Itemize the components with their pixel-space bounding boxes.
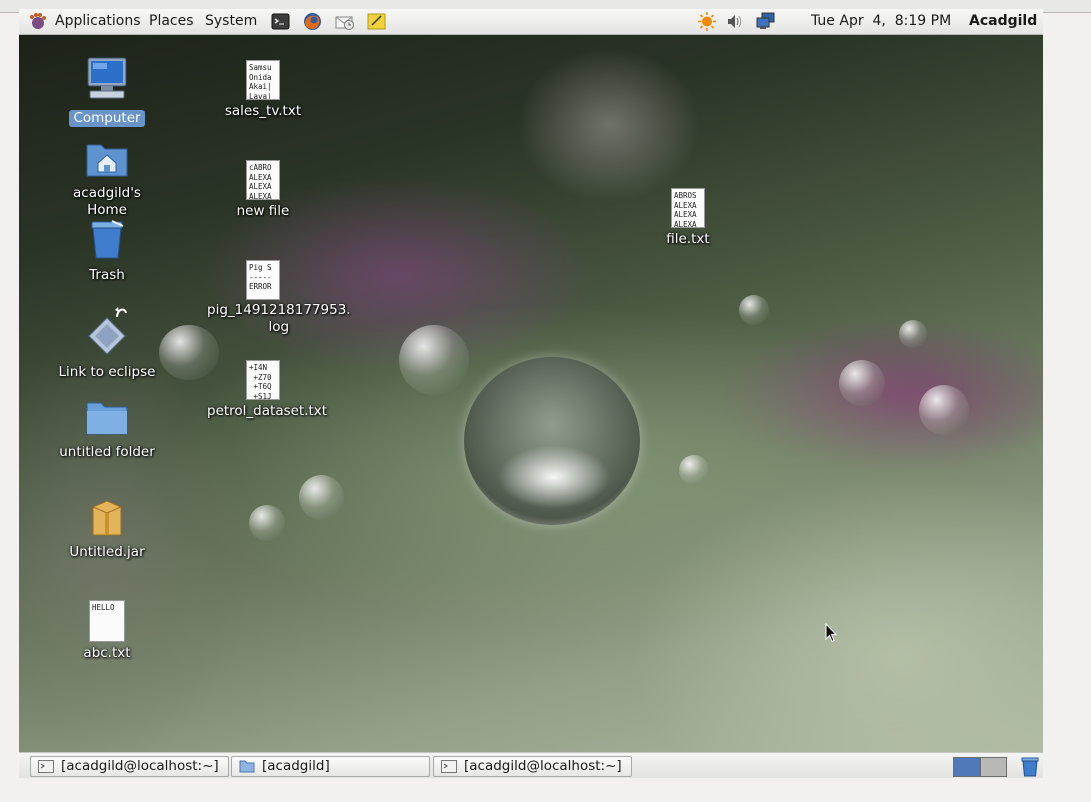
trash-desktop-icon[interactable]: Trash — [47, 218, 167, 284]
text-file-icon: Samsu Onida Akai| Lava| — [246, 60, 280, 100]
untitled-jar-desktop-icon[interactable]: Untitled.jar — [47, 499, 167, 561]
desktop-icon-label: Link to eclipse — [58, 364, 156, 380]
computer-icon — [47, 55, 167, 107]
gnome-foot-icon[interactable] — [27, 12, 46, 31]
desktop-icon-label: sales_tv.txt — [224, 103, 302, 119]
water-droplet — [739, 295, 769, 325]
desktop-icon-label: new file — [236, 203, 290, 219]
applications-menu[interactable]: Applications — [55, 13, 141, 30]
screen-bottom-edge — [0, 778, 1091, 802]
desktop-icon-label: Untitled.jar — [69, 544, 145, 560]
taskbar-window-terminal-1[interactable]: [acadgild@localhost:~] — [30, 756, 229, 777]
workspace-switcher-2[interactable] — [980, 757, 1007, 777]
taskbar-window-label: [acadgild] — [262, 758, 330, 774]
pig-log-desktop-icon[interactable]: Pig S ----- ERROR pig_1491218177953. log — [203, 260, 351, 336]
water-droplet — [249, 505, 285, 541]
taskbar-window-terminal-2[interactable]: [acadgild@localhost:~] — [433, 756, 632, 777]
text-file-icon: +I4N +Z70 +T6Q +S1J — [246, 360, 280, 400]
untitled-folder-desktop-icon[interactable]: untitled folder — [47, 399, 167, 461]
eclipse-link-desktop-icon[interactable]: Link to eclipse — [47, 303, 167, 381]
new-file-desktop-icon[interactable]: cABRO ALEXA ALEXA ALEXA new file — [203, 160, 323, 220]
taskbar-window-label: [acadgild@localhost:~] — [61, 758, 219, 774]
notes-icon[interactable] — [367, 12, 386, 31]
petrol-dataset-desktop-icon[interactable]: +I4N +Z70 +T6Q +S1J petrol_dataset.txt — [203, 360, 327, 420]
folder-icon — [47, 399, 167, 441]
network-icon[interactable] — [755, 12, 775, 31]
trash-icon — [47, 218, 167, 264]
places-menu[interactable]: Places — [149, 13, 194, 30]
water-droplet — [399, 325, 469, 395]
terminal-icon — [441, 760, 457, 773]
mouse-pointer-icon — [825, 623, 837, 643]
large-water-droplet — [464, 357, 640, 525]
taskbar-window-label: [acadgild@localhost:~] — [464, 758, 622, 774]
water-droplet — [679, 455, 709, 485]
water-droplet — [919, 385, 969, 435]
file-txt-desktop-icon[interactable]: ABROS ALEXA ALEXA ALEXA file.txt — [628, 188, 748, 248]
home-folder-icon — [47, 139, 167, 183]
weather-sun-icon[interactable] — [697, 12, 716, 31]
desktop-icon-label: abc.txt — [83, 645, 131, 661]
trash-icon[interactable] — [1019, 756, 1041, 777]
water-droplet — [839, 360, 885, 406]
home-folder-desktop-icon[interactable]: acadgild's Home — [47, 139, 167, 219]
firefox-icon[interactable] — [303, 12, 322, 31]
taskbar-window-folder[interactable]: [acadgild] — [231, 756, 430, 777]
user-menu[interactable]: Acadgild — [969, 13, 1037, 30]
desktop-icon-label: Computer — [69, 110, 145, 127]
top-panel: Applications Places System Tue Apr 4, 8:… — [19, 9, 1043, 35]
desktop-icon-label: pig_1491218177953. log — [207, 302, 351, 335]
jar-archive-icon — [47, 499, 167, 541]
folder-icon — [239, 760, 255, 773]
desktop-icon-label: Trash — [89, 267, 125, 283]
desktop-icon-label: petrol_dataset.txt — [207, 403, 328, 419]
sales-tv-desktop-icon[interactable]: Samsu Onida Akai| Lava| sales_tv.txt — [203, 60, 323, 120]
volume-icon[interactable] — [726, 12, 745, 31]
bottom-panel: [acadgild@localhost:~] [acadgild] [acadg… — [19, 752, 1043, 779]
desktop-icon-label: acadgild's Home — [73, 185, 141, 218]
eclipse-link-icon — [47, 303, 167, 361]
system-menu[interactable]: System — [205, 13, 257, 30]
workspace-switcher-1[interactable] — [953, 757, 980, 777]
computer-desktop-icon[interactable]: Computer — [47, 55, 167, 127]
text-file-icon: cABRO ALEXA ALEXA ALEXA — [246, 160, 280, 200]
terminal-icon[interactable] — [271, 12, 290, 31]
water-droplet — [299, 475, 344, 520]
panel-clock[interactable]: Tue Apr 4, 8:19 PM — [811, 13, 951, 30]
text-file-icon: Pig S ----- ERROR — [246, 260, 280, 300]
text-file-icon: HELLO — [89, 600, 125, 642]
text-file-icon: ABROS ALEXA ALEXA ALEXA — [671, 188, 705, 228]
water-droplet — [899, 320, 927, 348]
terminal-icon — [38, 760, 54, 773]
desktop-icon-label: file.txt — [666, 231, 710, 247]
abc-txt-desktop-icon[interactable]: HELLO abc.txt — [47, 600, 167, 662]
mail-icon[interactable] — [335, 12, 354, 31]
desktop-icon-label: untitled folder — [59, 444, 155, 460]
desktop-wallpaper[interactable]: Computer acadgild's Home Trash Link to e… — [19, 35, 1043, 752]
